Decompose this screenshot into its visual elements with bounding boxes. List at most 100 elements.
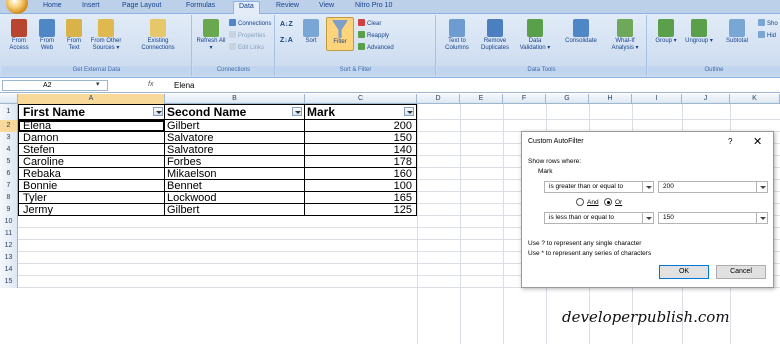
cell-second-name[interactable]: Salvatore xyxy=(165,132,305,144)
advanced-filter-button[interactable]: Advanced xyxy=(358,43,394,51)
existing-connections-button[interactable]: Existing Connections xyxy=(136,19,180,52)
condition2-value-input[interactable]: 150 xyxy=(658,212,768,224)
row-number[interactable]: 14 xyxy=(0,264,18,276)
column-header-c[interactable]: C xyxy=(305,94,417,104)
cell-second-name[interactable]: Bennet xyxy=(165,180,305,192)
cancel-button[interactable]: Cancel xyxy=(716,265,766,279)
tab-formulas[interactable]: Formulas xyxy=(186,2,215,9)
filter-active-icon[interactable] xyxy=(404,107,414,116)
cell-mark[interactable]: 160 xyxy=(305,168,417,180)
select-all-corner[interactable] xyxy=(0,94,18,104)
column-header-f[interactable]: F xyxy=(503,94,546,104)
cell-mark[interactable]: 200 xyxy=(305,120,417,132)
sort-za-button[interactable]: Z↓A xyxy=(280,37,293,44)
row-number[interactable]: 13 xyxy=(0,252,18,264)
filter-button[interactable]: Filter xyxy=(326,17,354,51)
from-access-button[interactable]: From Access xyxy=(6,19,32,52)
row-number[interactable]: 1 xyxy=(0,104,18,120)
header-second-name[interactable]: Second Name xyxy=(165,104,305,120)
cell-first-name[interactable]: Tyler xyxy=(18,192,165,204)
hide-detail-button[interactable]: Hid xyxy=(758,31,776,39)
cell-mark[interactable]: 140 xyxy=(305,144,417,156)
condition2-operator-select[interactable]: is less than or equal to xyxy=(544,212,654,224)
filter-dropdown-icon[interactable] xyxy=(153,107,163,116)
row-number[interactable]: 6 xyxy=(0,168,18,180)
tab-page-layout[interactable]: Page Layout xyxy=(122,2,161,9)
edit-links-button[interactable]: Edit Links xyxy=(229,43,264,51)
remove-duplicates-button[interactable]: Remove Duplicates xyxy=(475,19,515,52)
row-number[interactable]: 3 xyxy=(0,132,18,144)
filter-dropdown-icon[interactable] xyxy=(292,107,302,116)
column-header-k[interactable]: K xyxy=(730,94,780,104)
name-box-dropdown-icon[interactable]: ▾ xyxy=(96,80,100,88)
and-radio[interactable] xyxy=(576,198,584,206)
cell-first-name[interactable]: Jermy xyxy=(18,204,165,216)
cell-second-name[interactable]: Gilbert xyxy=(165,204,305,216)
column-header-g[interactable]: G xyxy=(546,94,589,104)
row-number[interactable]: 7 xyxy=(0,180,18,192)
cell-first-name[interactable]: Stefen xyxy=(18,144,165,156)
cell-first-name[interactable]: Rebaka xyxy=(18,168,165,180)
column-header-i[interactable]: I xyxy=(632,94,682,104)
refresh-all-button[interactable]: Refresh All ▾ xyxy=(196,19,226,52)
cell-first-name[interactable]: Elena xyxy=(18,120,165,132)
column-header-a[interactable]: A xyxy=(18,94,165,104)
close-icon[interactable]: ✕ xyxy=(753,135,762,148)
text-to-columns-button[interactable]: Text to Columns xyxy=(440,19,474,52)
column-header-h[interactable]: H xyxy=(589,94,632,104)
cell-first-name[interactable]: Bonnie xyxy=(18,180,165,192)
office-button[interactable] xyxy=(6,0,28,14)
properties-button[interactable]: Properties xyxy=(229,31,265,39)
row-number[interactable]: 15 xyxy=(0,276,18,288)
formula-input[interactable]: Elena xyxy=(174,81,194,90)
or-radio[interactable] xyxy=(604,198,612,206)
cell-mark[interactable]: 100 xyxy=(305,180,417,192)
tab-insert[interactable]: Insert xyxy=(82,2,100,9)
sort-az-button[interactable]: A↓Z xyxy=(280,21,293,28)
insert-function-icon[interactable]: fx xyxy=(148,81,153,88)
tab-review[interactable]: Review xyxy=(276,2,299,9)
connections-button[interactable]: Connections xyxy=(229,19,271,27)
cell-second-name[interactable]: Lockwood xyxy=(165,192,305,204)
row-number[interactable]: 11 xyxy=(0,228,18,240)
show-detail-button[interactable]: Sho xyxy=(758,19,778,27)
row-number[interactable]: 2 xyxy=(0,120,18,132)
cell-first-name[interactable]: Caroline xyxy=(18,156,165,168)
cell-mark[interactable]: 150 xyxy=(305,132,417,144)
tab-nitro[interactable]: Nitro Pro 10 xyxy=(355,2,392,9)
column-header-b[interactable]: B xyxy=(165,94,305,104)
what-if-analysis-button[interactable]: What-If Analysis ▾ xyxy=(607,19,643,52)
from-web-button[interactable]: From Web xyxy=(34,19,60,52)
help-button[interactable]: ? xyxy=(728,137,732,146)
column-header-d[interactable]: D xyxy=(417,94,460,104)
row-number[interactable]: 5 xyxy=(0,156,18,168)
column-header-j[interactable]: J xyxy=(682,94,730,104)
cell-second-name[interactable]: Gilbert xyxy=(165,120,305,132)
cell-mark[interactable]: 125 xyxy=(305,204,417,216)
from-text-button[interactable]: From Text xyxy=(62,19,86,52)
header-first-name[interactable]: First Name xyxy=(18,104,165,120)
name-box[interactable]: A2 xyxy=(2,80,108,91)
consolidate-button[interactable]: Consolidate xyxy=(559,19,603,45)
tab-data[interactable]: Data xyxy=(233,1,260,15)
ungroup-button[interactable]: Ungroup ▾ xyxy=(682,19,716,45)
from-other-sources-button[interactable]: From Other Sources ▾ xyxy=(88,19,124,52)
header-mark[interactable]: Mark xyxy=(305,104,417,120)
condition1-value-input[interactable]: 200 xyxy=(658,181,768,193)
cell-second-name[interactable]: Salvatore xyxy=(165,144,305,156)
condition1-operator-select[interactable]: is greater than or equal to xyxy=(544,181,654,193)
data-validation-button[interactable]: Data Validation ▾ xyxy=(517,19,553,52)
group-button[interactable]: Group ▾ xyxy=(652,19,680,45)
row-number[interactable]: 4 xyxy=(0,144,18,156)
clear-filter-button[interactable]: Clear xyxy=(358,19,381,27)
cell-mark[interactable]: 165 xyxy=(305,192,417,204)
cell-second-name[interactable]: Mikaelson xyxy=(165,168,305,180)
tab-view[interactable]: View xyxy=(319,2,334,9)
cell-first-name[interactable]: Damon xyxy=(18,132,165,144)
tab-home[interactable]: Home xyxy=(43,2,62,9)
row-number[interactable]: 12 xyxy=(0,240,18,252)
column-header-e[interactable]: E xyxy=(460,94,503,104)
row-number[interactable]: 10 xyxy=(0,216,18,228)
row-number[interactable]: 8 xyxy=(0,192,18,204)
ok-button[interactable]: OK xyxy=(659,265,709,279)
